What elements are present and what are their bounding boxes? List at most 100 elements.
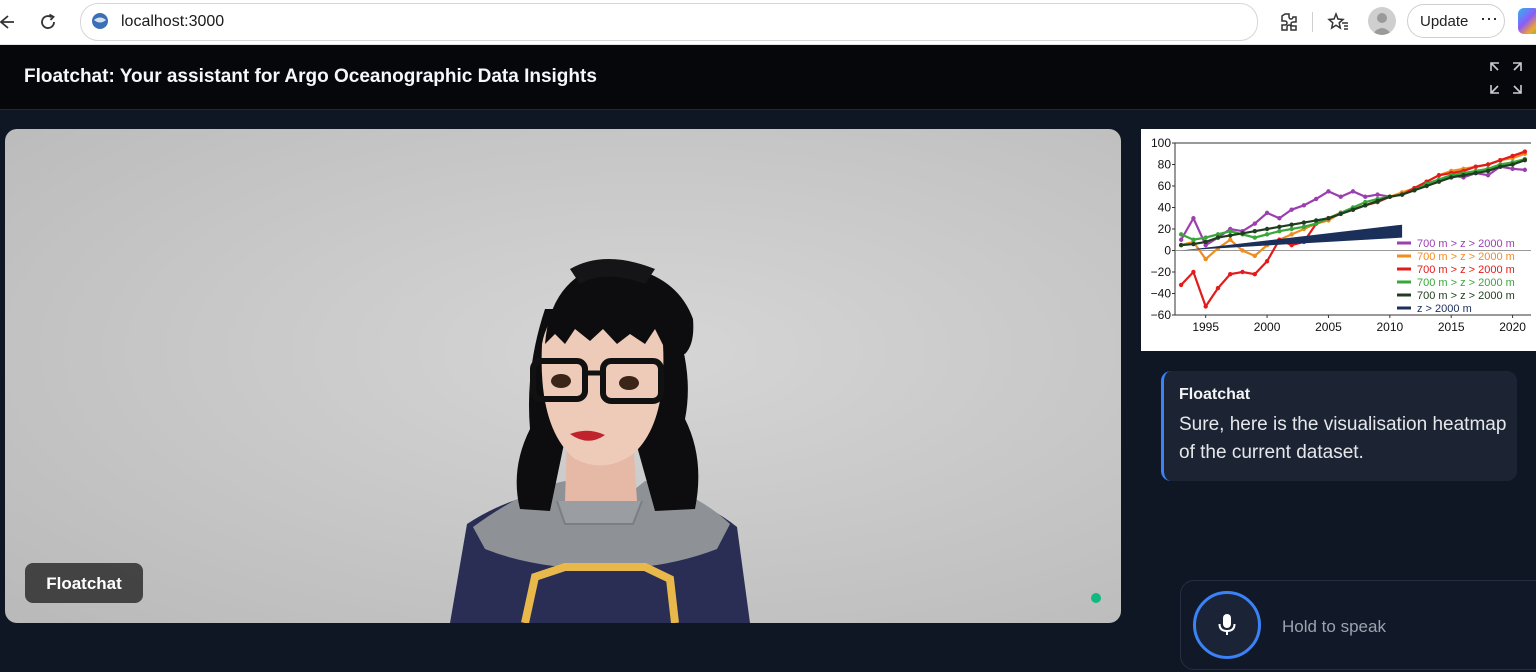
chart-point — [1264, 259, 1270, 264]
chart-point — [1338, 211, 1343, 217]
url-text[interactable]: localhost:3000 — [121, 13, 224, 31]
chart-point — [1264, 226, 1270, 232]
chart-point — [1375, 192, 1380, 197]
chart-series-line — [1180, 158, 1526, 241]
mic-button[interactable] — [1193, 591, 1261, 659]
chart-point — [1289, 226, 1294, 232]
chart-point — [1203, 239, 1208, 245]
chart-legend-label: 700 m > z > 2000 m — [1417, 290, 1515, 302]
chart-point — [1228, 228, 1233, 234]
chart-legend-label: 700 m > z > 2000 m — [1417, 277, 1515, 289]
chart-point — [1240, 269, 1245, 275]
chart-point — [1350, 189, 1356, 194]
chart-point — [1313, 196, 1319, 202]
chart-point — [1350, 207, 1356, 212]
chart-point — [1375, 198, 1380, 204]
chart-point — [1191, 237, 1196, 242]
chart-point — [1228, 237, 1233, 242]
message-text: Sure, here is the visualisation heatmap … — [1179, 414, 1507, 463]
chart-point — [1203, 304, 1208, 309]
chart-x-tick-label: 2020 — [1499, 320, 1526, 334]
toolbar-divider — [1312, 12, 1313, 32]
chart-x-tick-label: 2010 — [1376, 320, 1403, 334]
chart-point — [1215, 235, 1221, 240]
chart-point — [1240, 248, 1245, 253]
chart-x-tick-label: 1995 — [1192, 320, 1219, 334]
chart-point — [1178, 242, 1184, 248]
chart-y-tick-label: 80 — [1158, 158, 1172, 172]
chart-point — [1277, 228, 1282, 234]
chart-y-tick-label: −40 — [1151, 287, 1172, 301]
chart-point — [1485, 168, 1491, 174]
chart-point — [1228, 233, 1233, 238]
chart-point — [1326, 189, 1331, 194]
chart-point — [1264, 232, 1270, 237]
page-title: Floatchat: Your assistant for Argo Ocean… — [24, 66, 597, 87]
chart-point — [1461, 173, 1466, 178]
chart-point — [1277, 224, 1282, 230]
chart-point — [1191, 216, 1196, 221]
chart-point — [1301, 220, 1307, 225]
chart-point — [1436, 179, 1442, 184]
chart-point — [1178, 282, 1184, 288]
chart-point — [1252, 221, 1257, 226]
chart-point — [1178, 237, 1184, 242]
chart-point — [1449, 175, 1454, 180]
copilot-icon[interactable] — [1518, 8, 1536, 34]
chart-y-tick-label: 20 — [1158, 222, 1172, 236]
chart-y-tick-label: −20 — [1151, 265, 1172, 279]
chart-point — [1399, 192, 1405, 197]
address-bar[interactable]: localhost:3000 — [80, 3, 1258, 41]
chart-point — [1252, 228, 1257, 234]
chart-point — [1191, 269, 1196, 275]
site-info-icon[interactable] — [91, 12, 109, 30]
avatar-name: Floatchat — [46, 574, 122, 593]
extensions-icon[interactable] — [1274, 8, 1302, 36]
chart-point — [1485, 162, 1491, 167]
chart-point — [1289, 222, 1294, 227]
favorites-icon[interactable] — [1324, 8, 1352, 36]
chart-point — [1498, 158, 1503, 163]
chart-legend-label: 700 m > z > 2000 m — [1417, 238, 1515, 250]
chart-point — [1313, 218, 1319, 223]
chart-point — [1522, 149, 1528, 154]
chart-point — [1424, 183, 1429, 189]
chart-x-tick-label: 2005 — [1315, 320, 1342, 334]
browser-toolbar: localhost:3000 Update ⋯ — [0, 0, 1536, 45]
hold-to-speak-label: Hold to speak — [1282, 617, 1386, 636]
fullscreen-icon[interactable] — [1488, 60, 1524, 96]
chart-legend-label: 700 m > z > 2000 m — [1417, 251, 1515, 263]
microphone-icon — [1218, 614, 1236, 635]
chart-point — [1412, 188, 1417, 193]
update-label: Update — [1420, 13, 1469, 30]
chart-point — [1363, 194, 1368, 199]
chart-point — [1510, 166, 1515, 171]
chart-legend-label: z > 2000 m — [1417, 303, 1472, 315]
live-status-dot — [1091, 593, 1101, 603]
back-arrow-icon[interactable] — [0, 6, 22, 38]
chart-point — [1191, 241, 1196, 247]
avatar-character — [450, 259, 750, 623]
chart-point — [1252, 235, 1257, 240]
chart: 100 80 60 40 20 0 −20 −40 −60 1995 2000 2005 2010 201… — [1151, 136, 1531, 334]
chart-point — [1203, 256, 1208, 262]
app-header: Floatchat: Your assistant for Argo Ocean… — [0, 45, 1536, 110]
avatar-video-panel: Floatchat — [5, 129, 1121, 623]
profile-avatar-icon[interactable] — [1368, 7, 1396, 35]
chart-point — [1203, 235, 1208, 240]
more-icon[interactable]: ⋯ — [1480, 9, 1499, 30]
chart-point — [1522, 167, 1528, 173]
chart-point — [1510, 162, 1515, 167]
chart-y-tick-label: 40 — [1158, 201, 1172, 215]
avatar-name-tag: Floatchat — [25, 563, 143, 603]
refresh-icon[interactable] — [32, 6, 64, 38]
update-button[interactable]: Update ⋯ — [1407, 4, 1505, 38]
chart-y-tick-label: −60 — [1151, 308, 1172, 322]
chart-point — [1301, 203, 1307, 208]
chart-card: 100 80 60 40 20 0 −20 −40 −60 1995 2000 2005 2010 201… — [1141, 129, 1536, 351]
chart-point — [1510, 153, 1515, 159]
message-sender: Floatchat — [1179, 386, 1251, 403]
chart-point — [1277, 216, 1282, 221]
chart-y-tick-label: 0 — [1164, 244, 1171, 258]
chart-point — [1289, 232, 1294, 237]
